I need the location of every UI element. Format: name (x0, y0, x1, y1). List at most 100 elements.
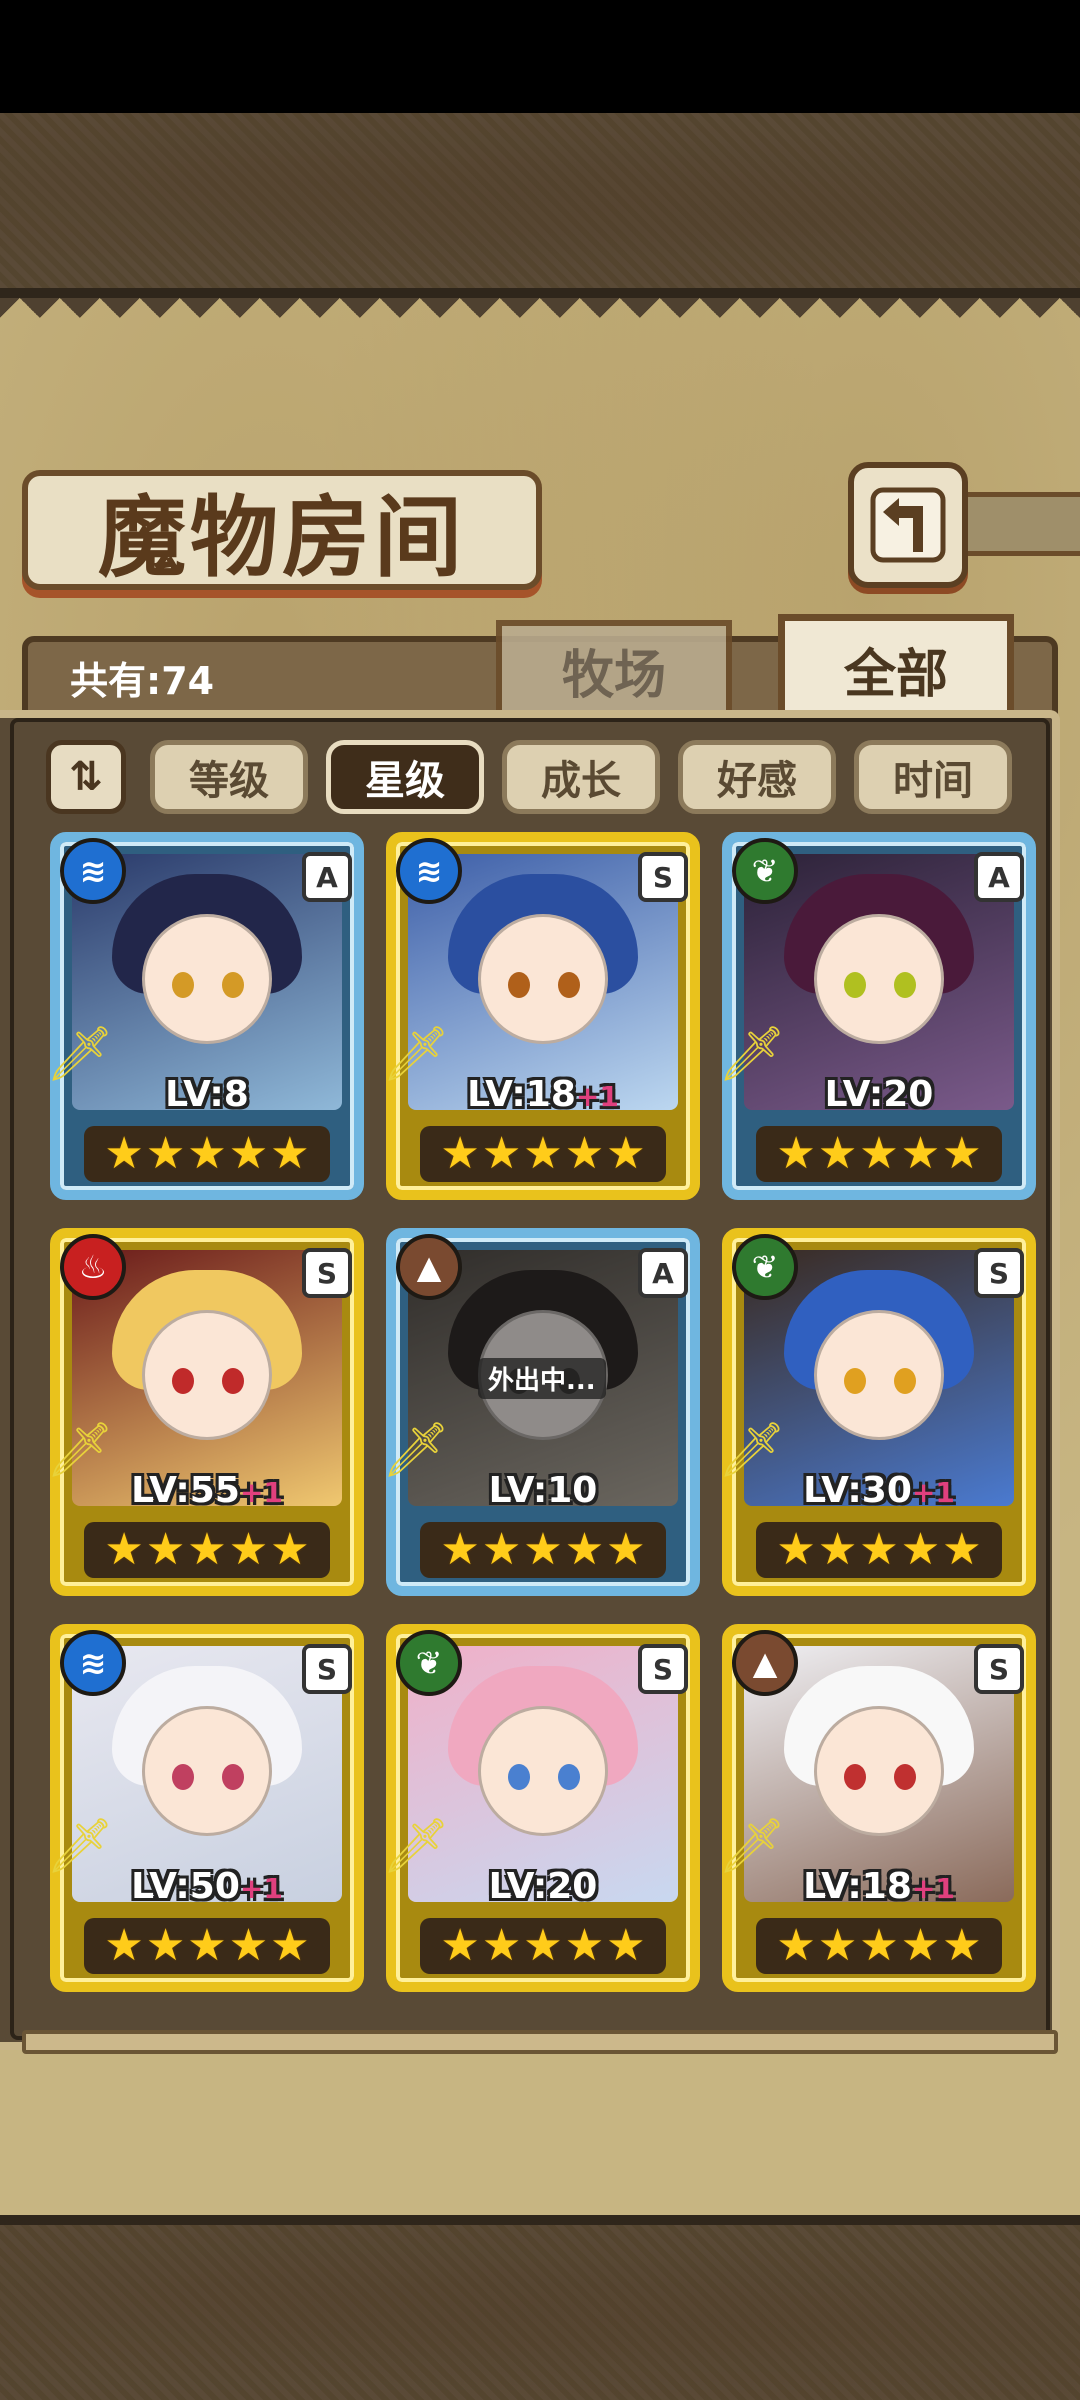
star-icon: ★ (564, 1524, 605, 1575)
sort-level-button[interactable]: 等级 (150, 740, 308, 814)
star-icon: ★ (187, 1524, 227, 1575)
star-icon: ★ (942, 1920, 982, 1971)
tab-ranch[interactable]: 牧场 (496, 620, 732, 720)
portrait-eye (894, 972, 916, 998)
star-icon: ★ (942, 1128, 982, 1179)
level-value: LV:18 (803, 1866, 912, 1907)
monster-card[interactable]: ▲ A 🗡 外出中... LV:10 ★ ★ ★ ★ ★ (382, 1228, 700, 1596)
away-status: 外出中... (478, 1358, 606, 1399)
star-icon: ★ (817, 1524, 858, 1575)
portrait-eye (172, 1764, 194, 1790)
panel-bottom-edge (22, 2030, 1058, 2054)
rank-badge: S (638, 852, 688, 902)
monster-card[interactable]: ❦ A 🗡 LV:20 ★ ★ ★ ★ ★ (718, 832, 1036, 1200)
sort-toggle-button[interactable]: ⇅ (46, 740, 126, 814)
monster-card[interactable]: ❦ S 🗡 LV:20 ★ ★ ★ ★ ★ (382, 1624, 700, 1992)
rank-label: A (316, 860, 338, 894)
monster-card[interactable]: ❦ S 🗡 LV:30+1 ★ ★ ★ ★ ★ (718, 1228, 1036, 1596)
rank-badge: S (302, 1248, 352, 1298)
leaf-element-icon: ❦ (732, 838, 798, 904)
rank-badge: S (974, 1644, 1024, 1694)
star-rating: ★ ★ ★ ★ ★ (756, 1126, 1002, 1182)
star-icon: ★ (187, 1920, 227, 1971)
rank-label: A (988, 860, 1010, 894)
rank-label: S (316, 1256, 338, 1290)
star-icon: ★ (270, 1524, 310, 1575)
water-element-icon: ≋ (396, 838, 462, 904)
portrait-eye (172, 1368, 194, 1394)
portrait-eye (558, 1764, 580, 1790)
star-icon: ★ (606, 1128, 646, 1179)
portrait-face (814, 1706, 944, 1836)
back-arrow-icon (870, 487, 946, 563)
sort-growth-button[interactable]: 成长 (502, 740, 660, 814)
portrait-eye (222, 1368, 244, 1394)
star-icon: ★ (228, 1128, 269, 1179)
monster-card[interactable]: ♨ S 🗡 LV:55+1 ★ ★ ★ ★ ★ (46, 1228, 364, 1596)
back-button-rail (960, 492, 1080, 556)
monster-card[interactable]: ≋ S 🗡 LV:50+1 ★ ★ ★ ★ ★ (46, 1624, 364, 1992)
level-label: LV:20 (722, 1074, 1036, 1115)
sort-time-button[interactable]: 时间 (854, 740, 1012, 814)
star-icon: ★ (817, 1128, 858, 1179)
level-label: LV:18+1 (386, 1074, 700, 1115)
tab-all[interactable]: 全部 (778, 614, 1014, 724)
leaf-element-icon: ❦ (732, 1234, 798, 1300)
level-label: LV:8 (50, 1074, 364, 1115)
star-icon: ★ (606, 1524, 646, 1575)
portrait-eye (172, 972, 194, 998)
earth-element-icon: ▲ (396, 1234, 462, 1300)
rank-badge: S (302, 1644, 352, 1694)
page-title: 魔物房间 (97, 484, 466, 589)
star-rating: ★ ★ ★ ★ ★ (84, 1126, 330, 1182)
level-bonus: +1 (239, 1476, 283, 1509)
star-rating: ★ ★ ★ ★ ★ (420, 1918, 666, 1974)
rank-badge: A (302, 852, 352, 902)
portrait-eye (894, 1368, 916, 1394)
portrait-face (142, 914, 272, 1044)
level-value: LV:8 (165, 1074, 249, 1115)
star-icon: ★ (900, 1920, 941, 1971)
monster-card[interactable]: ▲ S 🗡 LV:18+1 ★ ★ ★ ★ ★ (718, 1624, 1036, 1992)
sort-star-button[interactable]: 星级 (326, 740, 484, 814)
map-background-bottom (0, 2215, 1080, 2400)
monster-card[interactable]: ≋ A 🗡 LV:8 ★ ★ ★ ★ ★ (46, 832, 364, 1200)
rank-label: S (652, 860, 674, 894)
star-icon: ★ (481, 1524, 522, 1575)
level-label: LV:55+1 (50, 1470, 364, 1511)
star-icon: ★ (817, 1920, 858, 1971)
star-icon: ★ (859, 1920, 899, 1971)
level-value: LV:30 (803, 1470, 912, 1511)
level-value: LV:55 (131, 1470, 240, 1511)
level-label: LV:30+1 (722, 1470, 1036, 1511)
earth-element-icon: ▲ (732, 1630, 798, 1696)
star-icon: ★ (564, 1920, 605, 1971)
star-icon: ★ (145, 1524, 186, 1575)
level-bonus: +1 (911, 1872, 955, 1905)
star-icon: ★ (564, 1128, 605, 1179)
level-label: LV:20 (386, 1866, 700, 1907)
star-rating: ★ ★ ★ ★ ★ (420, 1522, 666, 1578)
star-icon: ★ (440, 1920, 480, 1971)
star-icon: ★ (859, 1524, 899, 1575)
star-icon: ★ (523, 1128, 563, 1179)
star-icon: ★ (900, 1128, 941, 1179)
star-rating: ★ ★ ★ ★ ★ (756, 1918, 1002, 1974)
portrait-eye (844, 1368, 866, 1394)
sort-bar: ⇅ 等级 星级 成长 好感 时间 (46, 740, 1012, 820)
monster-count: 共有:74 (70, 659, 215, 703)
star-icon: ★ (104, 1524, 144, 1575)
rank-badge: S (638, 1644, 688, 1694)
star-icon: ★ (942, 1524, 982, 1575)
monster-card[interactable]: ≋ S 🗡 LV:18+1 ★ ★ ★ ★ ★ (382, 832, 700, 1200)
star-icon: ★ (900, 1524, 941, 1575)
portrait-eye (222, 972, 244, 998)
level-label: LV:18+1 (722, 1866, 1036, 1907)
sort-affection-button[interactable]: 好感 (678, 740, 836, 814)
portrait-eye (222, 1764, 244, 1790)
level-bonus: +1 (911, 1476, 955, 1509)
star-icon: ★ (440, 1128, 480, 1179)
portrait-eye (508, 1764, 530, 1790)
back-button[interactable] (848, 462, 968, 588)
star-icon: ★ (776, 1920, 816, 1971)
